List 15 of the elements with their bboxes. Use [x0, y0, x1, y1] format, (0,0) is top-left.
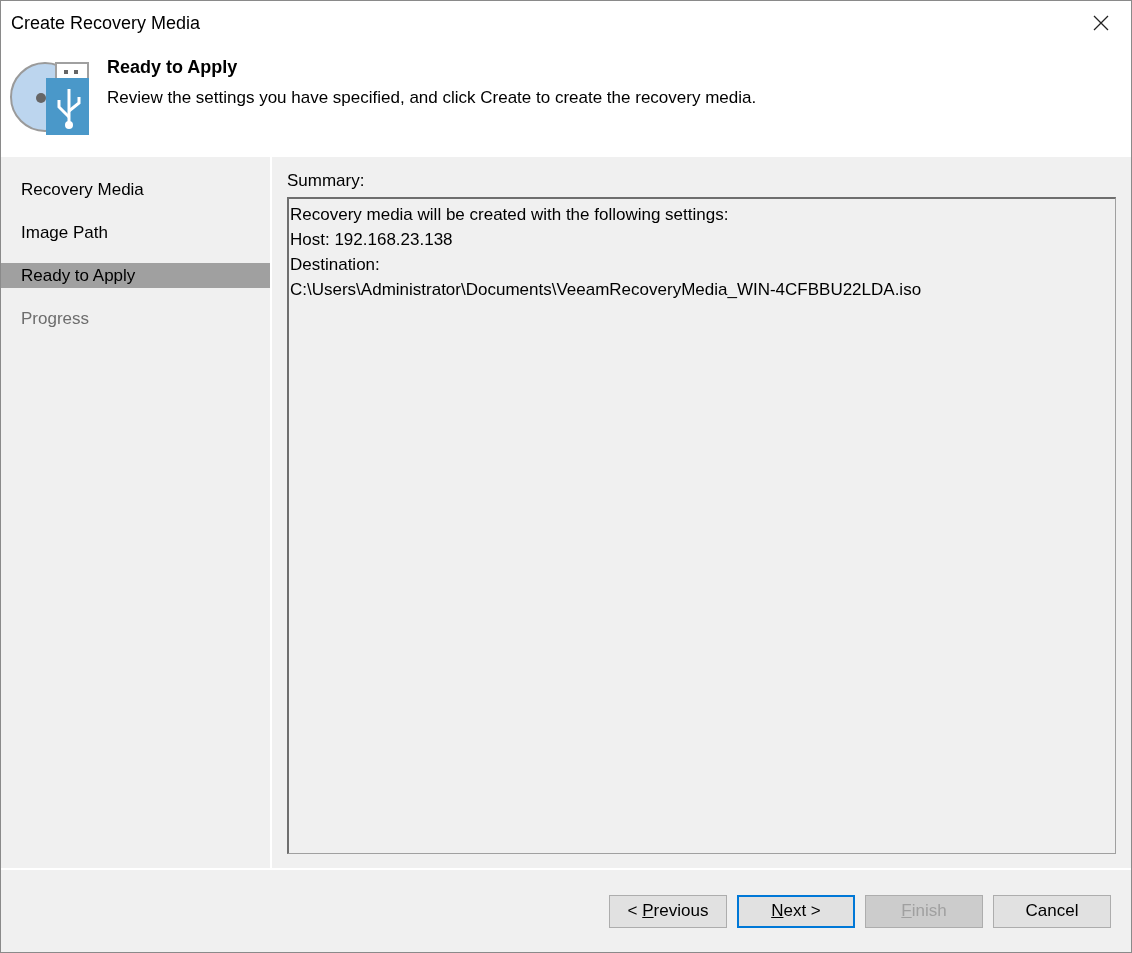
summary-label: Summary:: [287, 171, 366, 191]
summary-line: C:\Users\Administrator\Documents\VeeamRecoveryMedia_WIN-4CFBBU22LDA.iso: [290, 279, 923, 301]
window-title: Create Recovery Media: [11, 12, 201, 34]
page-title: Ready to Apply: [107, 57, 239, 78]
page-description: Review the settings you have specified, and click Create to create the recovery media.: [107, 88, 757, 108]
wizard-button[interactable]: Next >: [737, 894, 855, 928]
wizard-button[interactable]: < Previous: [609, 894, 727, 928]
summary-line: Recovery media will be created with the following settings:: [290, 204, 730, 226]
summary-line: Host: 192.168.23.138: [290, 229, 454, 251]
wizard-step[interactable]: Ready to Apply: [1, 263, 270, 288]
wizard-step[interactable]: Recovery Media: [1, 177, 270, 202]
summary-line: Destination:: [290, 254, 381, 276]
wizard-button[interactable]: Cancel: [993, 894, 1111, 928]
close-icon: [1093, 15, 1109, 31]
wizard-step[interactable]: Image Path: [1, 220, 270, 245]
